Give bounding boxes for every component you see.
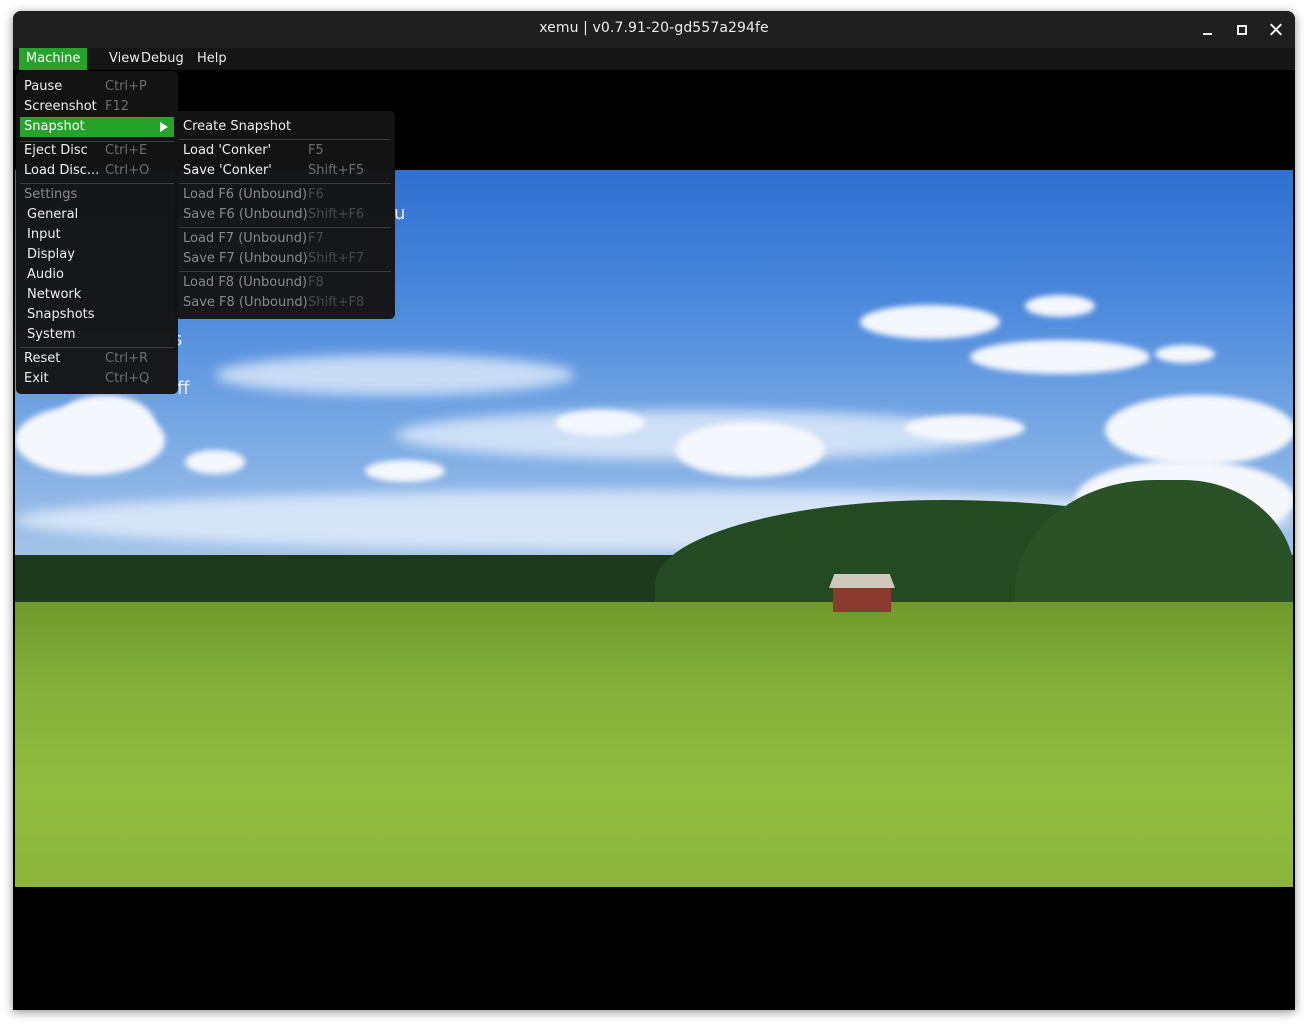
menu-item-label: Eject Disc (24, 143, 88, 158)
cloud (675, 422, 825, 477)
shortcut-label: Ctrl+E (105, 143, 148, 158)
cloud (185, 450, 245, 474)
menu-separator (179, 183, 391, 184)
menu-machine[interactable]: Machine (19, 48, 88, 70)
shortcut-label: Ctrl+R (105, 351, 149, 366)
shortcut-label: Shift+F5 (308, 163, 365, 178)
menu-separator (179, 139, 391, 140)
menu-item-label: Screenshot (24, 99, 97, 114)
menu-item-label: Exit (24, 371, 49, 386)
menu-separator (20, 347, 174, 348)
dashboard-text-fragment: u (394, 203, 406, 224)
shortcut-label: Ctrl+Q (105, 371, 150, 386)
shortcut-label: F5 (308, 143, 324, 158)
menu-item-label: Create Snapshot (183, 119, 292, 134)
cloud (905, 415, 1025, 441)
cloud (1105, 395, 1293, 465)
menu-item-load-f6[interactable]: Load F6 (Unbound) F6 (179, 185, 391, 205)
snapshot-submenu: Create Snapshot Load 'Conker' F5 Save 'C… (175, 111, 395, 319)
triangle-right-icon (160, 122, 168, 132)
close-button[interactable] (1264, 18, 1288, 42)
dashboard-text-fragment: ff (177, 378, 190, 399)
menu-item-label: Save F7 (Unbound) (183, 251, 308, 266)
maximize-icon (1237, 25, 1247, 35)
menu-item-label: Pause (24, 79, 63, 94)
machine-menu: Pause Ctrl+P Screenshot F12 Snapshot Eje… (16, 71, 178, 394)
menu-item-settings-audio[interactable]: Audio (20, 265, 174, 285)
menu-item-screenshot[interactable]: Screenshot F12 (20, 97, 174, 117)
menu-item-label: Reset (24, 351, 61, 366)
menu-item-load-conker[interactable]: Load 'Conker' F5 (179, 141, 391, 161)
shortcut-label: Shift+F7 (308, 251, 365, 266)
cloud (860, 305, 1000, 339)
menu-item-exit[interactable]: Exit Ctrl+Q (20, 369, 174, 389)
menu-item-load-f8[interactable]: Load F8 (Unbound) F8 (179, 273, 391, 293)
menu-item-label: General (27, 207, 79, 222)
cloud (215, 355, 575, 395)
menu-separator (179, 227, 391, 228)
wallpaper-field (15, 602, 1293, 887)
menu-item-settings-display[interactable]: Display (20, 245, 174, 265)
menu-item-label: Display (27, 247, 75, 262)
cloud (970, 340, 1150, 374)
cloud (365, 460, 445, 482)
menu-item-label: Audio (27, 267, 64, 282)
cloud (1025, 295, 1095, 317)
shortcut-label: Shift+F8 (308, 295, 365, 310)
menu-item-save-f6[interactable]: Save F6 (Unbound) Shift+F6 (179, 205, 391, 225)
menu-item-label: Save F6 (Unbound) (183, 207, 308, 222)
menu-item-save-f7[interactable]: Save F7 (Unbound) Shift+F7 (179, 249, 391, 269)
shortcut-label: F12 (105, 99, 130, 114)
menu-item-label: Load F8 (Unbound) (183, 275, 308, 290)
menu-item-settings-general[interactable]: General (20, 205, 174, 225)
menu-separator (20, 183, 174, 184)
menu-item-load-disc[interactable]: Load Disc... Ctrl+O (20, 161, 174, 181)
settings-heading: Settings (24, 187, 78, 202)
cloud (1155, 345, 1215, 363)
menu-item-pause[interactable]: Pause Ctrl+P (20, 77, 174, 97)
minimize-button[interactable] (1196, 18, 1220, 42)
menu-item-create-snapshot[interactable]: Create Snapshot (179, 117, 391, 137)
shortcut-label: Ctrl+O (105, 163, 150, 178)
menu-item-label: Save 'Conker' (183, 163, 272, 178)
shortcut-label: F6 (308, 187, 324, 202)
shortcut-label: F8 (308, 275, 324, 290)
house (833, 588, 891, 612)
menu-item-settings-system[interactable]: System (20, 325, 174, 345)
menu-help[interactable]: Help (190, 48, 234, 70)
menu-bar: Machine View Debug Help (13, 48, 1295, 70)
menu-item-label: Load F6 (Unbound) (183, 187, 308, 202)
menu-item-reset[interactable]: Reset Ctrl+R (20, 349, 174, 369)
menu-item-save-conker[interactable]: Save 'Conker' Shift+F5 (179, 161, 391, 181)
menu-item-eject-disc[interactable]: Eject Disc Ctrl+E (20, 141, 174, 161)
menu-item-label: Snapshot (24, 119, 85, 134)
menu-separator (179, 271, 391, 272)
window-title: xemu | v0.7.91-20-gd557a294fe (539, 20, 769, 36)
menu-item-label: Input (27, 227, 61, 242)
menu-item-label: Snapshots (27, 307, 95, 322)
menu-item-label: Load F7 (Unbound) (183, 231, 308, 246)
menu-item-save-f8[interactable]: Save F8 (Unbound) Shift+F8 (179, 293, 391, 313)
menu-debug[interactable]: Debug (134, 48, 191, 70)
menu-item-settings-network[interactable]: Network (20, 285, 174, 305)
cloud (555, 410, 645, 436)
menu-item-label: Load 'Conker' (183, 143, 272, 158)
menu-item-label: Load Disc... (24, 163, 100, 178)
menu-item-settings-snapshots[interactable]: Snapshots (20, 305, 174, 325)
menu-item-label: Save F8 (Unbound) (183, 295, 308, 310)
shortcut-label: Ctrl+P (105, 79, 147, 94)
house-roof (829, 574, 895, 588)
menu-item-label: Network (27, 287, 82, 302)
menu-item-settings-input[interactable]: Input (20, 225, 174, 245)
maximize-button[interactable] (1230, 18, 1254, 42)
shortcut-label: Shift+F6 (308, 207, 365, 222)
menu-item-snapshot[interactable]: Snapshot (20, 117, 174, 137)
minimize-icon (1203, 33, 1212, 35)
cloud (55, 395, 155, 455)
menu-item-label: System (27, 327, 76, 342)
shortcut-label: F7 (308, 231, 324, 246)
menu-item-load-f7[interactable]: Load F7 (Unbound) F7 (179, 229, 391, 249)
title-bar[interactable]: xemu | v0.7.91-20-gd557a294fe (13, 11, 1295, 49)
